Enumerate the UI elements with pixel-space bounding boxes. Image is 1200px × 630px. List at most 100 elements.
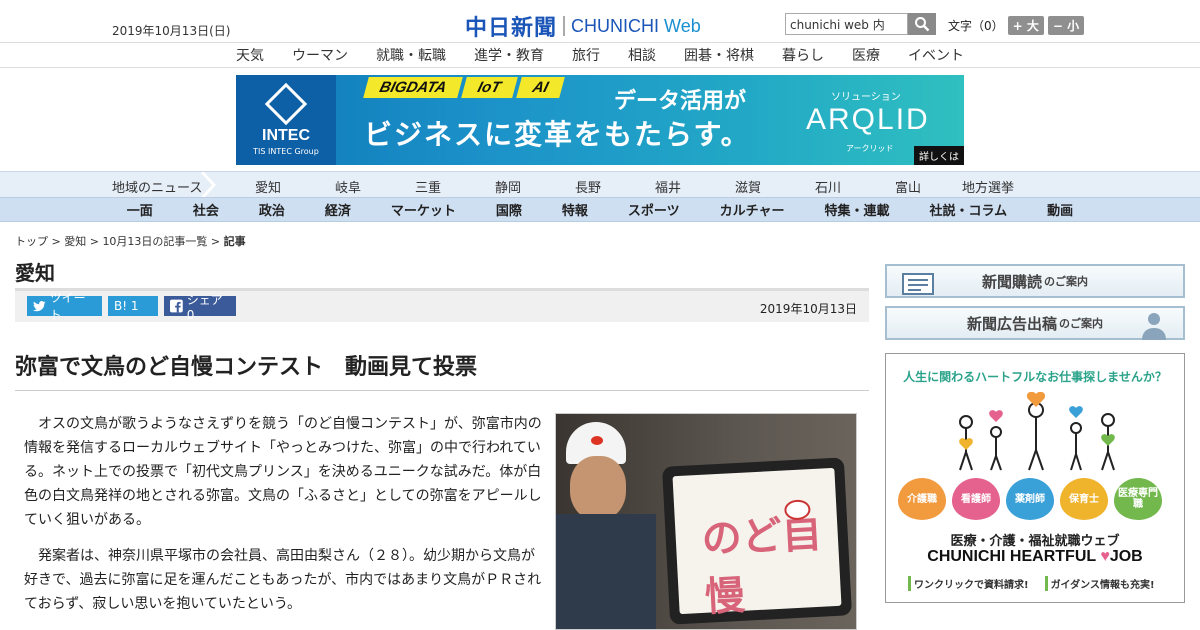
banner-product: ARQLID (806, 103, 930, 136)
main-nav-link[interactable]: 一面 (107, 200, 173, 219)
category-link[interactable]: 囲碁・将棋 (670, 45, 768, 65)
region-nav: 地域のニュース 愛知 岐阜 三重 静岡 長野 福井 滋賀 石川 富山 地方選挙 (0, 171, 1200, 198)
photo-person-body (556, 514, 656, 629)
ad-note: ガイダンス情報も充実! (1044, 576, 1155, 591)
main-nav-link[interactable]: 国際 (476, 200, 542, 219)
sidebar-ad[interactable]: 人生に関わるハートフルなお仕事探しませんか？ 介護職 看護師 薬剤師 保育士 医… (885, 353, 1185, 603)
banner-solution-label: ソリューション (831, 92, 901, 103)
main-nav-link[interactable]: 特集・連載 (805, 200, 910, 219)
heart-icon: ♥ (1100, 548, 1110, 565)
breadcrumb-link[interactable]: トップ (15, 235, 48, 248)
main-nav: 一面 社会 政治 経済 マーケット 国際 特報 スポーツ カルチャー 特集・連載… (0, 197, 1200, 222)
subscribe-button[interactable]: 新聞購読 のご案内 (885, 264, 1185, 298)
banner-more-button[interactable]: 詳しくは (914, 146, 964, 165)
subscribe-label: 新聞購読 (981, 272, 1042, 291)
breadcrumb-separator: > (207, 235, 224, 248)
banner-brand-sub: TIS INTEC Group (253, 147, 319, 156)
main-nav-link[interactable]: 社説・コラム (910, 200, 1028, 219)
region-link[interactable]: 福井 (628, 177, 708, 196)
site-logo[interactable]: 中日新聞 CHUNICHI Web (465, 10, 701, 42)
search-button[interactable] (908, 13, 936, 35)
region-link[interactable]: 石川 (788, 177, 868, 196)
main-nav-link[interactable]: 動画 (1027, 200, 1093, 219)
region-link[interactable]: 滋賀 (708, 177, 788, 196)
banner-brand-block: INTEC TIS INTEC Group (236, 75, 336, 165)
banner-tag: IoT (461, 77, 518, 98)
font-larger-button[interactable]: + 大 (1007, 16, 1044, 35)
facebook-label: シェア 0 (186, 292, 223, 322)
logo-japanese: 中日新聞 (465, 16, 558, 41)
category-link[interactable]: 医療 (838, 45, 894, 65)
intec-logo-icon (264, 82, 308, 126)
category-link[interactable]: 暮らし (768, 45, 838, 65)
font-smaller-button[interactable]: − 小 (1047, 16, 1085, 35)
region-link[interactable]: 静岡 (468, 177, 548, 196)
search-input[interactable] (785, 13, 908, 35)
ad-roles: 介護職 看護師 薬剤師 保育士 医療専門職 (898, 478, 1162, 520)
logo-english: CHUNICHI Web (571, 15, 701, 36)
category-link[interactable]: イベント (894, 45, 978, 65)
banner-product-ja: アークリッド (846, 144, 894, 153)
region-link[interactable]: 長野 (548, 177, 628, 196)
subscribe-sub: のご案内 (1044, 275, 1088, 288)
chevron-right-icon (200, 172, 217, 198)
banner-tag: BIGDATA (363, 77, 463, 98)
region-link[interactable]: 三重 (388, 177, 468, 196)
facebook-icon (170, 299, 183, 313)
category-link[interactable]: 進学・教育 (460, 45, 558, 65)
article-body: オスの文鳥が歌うようなさえずりを競う「のど自慢コンテスト」が、弥富市内の情報を発… (24, 412, 544, 628)
banner-ad[interactable]: INTEC TIS INTEC Group BIGDATA IoT AI データ… (236, 75, 964, 165)
role-badge: 医療専門職 (1114, 478, 1162, 520)
font-size-control: 文字（0） + 大 − 小 (948, 16, 1085, 35)
banner-tag: AI (515, 77, 565, 98)
main-nav-link[interactable]: 経済 (305, 200, 371, 219)
article-paragraph: 発案者は、神奈川県平塚市の会社員、高田由梨さん（２８）。幼少期から文鳥が好きで、… (24, 548, 542, 612)
newspaper-icon (902, 273, 934, 295)
breadcrumb-separator: > (86, 235, 103, 248)
role-badge: 介護職 (898, 478, 946, 520)
region-link[interactable]: 地方選挙 (948, 177, 1028, 196)
breadcrumb-link[interactable]: 愛知 (64, 235, 86, 248)
ad-brand: CHUNICHI HEARTFUL ♥JOB (927, 548, 1143, 565)
headline-divider (15, 390, 869, 391)
category-link[interactable]: 相談 (614, 45, 670, 65)
category-link[interactable]: ウーマン (278, 45, 362, 65)
hatena-bookmark-button[interactable]: B! 1 (108, 296, 158, 316)
ad-notes: ワンクリックで資料請求! ガイダンス情報も充実! (908, 576, 1155, 591)
publish-date: 2019年10月13日 (759, 302, 857, 316)
search-box (785, 13, 936, 35)
tweet-button[interactable]: ツイート (27, 291, 102, 322)
facebook-share-button[interactable]: シェア 0 (164, 293, 236, 322)
banner-line2: ビジネスに変革をもたらす。 (364, 118, 751, 151)
category-link[interactable]: 旅行 (558, 45, 614, 65)
region-link[interactable]: 富山 (868, 177, 948, 196)
ad-headline: 人生に関わるハートフルなお仕事探しませんか？ (903, 370, 1167, 384)
category-link[interactable]: 就職・転職 (362, 45, 460, 65)
ad-title: 医療・介護・福祉就職ウェブ (950, 534, 1120, 549)
role-badge: 保育士 (1060, 478, 1108, 520)
banner-line1: データ活用が (614, 89, 747, 114)
region-link[interactable]: 岐阜 (308, 177, 388, 196)
top-header: 2019年10月13日(日) 中日新聞 CHUNICHI Web 文字（0） +… (0, 0, 1200, 42)
font-size-label: 文字（0） (948, 19, 1004, 33)
article-photo[interactable]: のど自慢 (555, 413, 857, 630)
section-title: 愛知 (15, 261, 55, 285)
twitter-icon (33, 300, 46, 311)
logo-divider (563, 16, 566, 36)
role-badge: 薬剤師 (1006, 478, 1054, 520)
advertise-button[interactable]: 新聞広告出稿 のご案内 (885, 306, 1185, 340)
main-nav-link[interactable]: マーケット (371, 200, 476, 219)
role-badge: 看護師 (952, 478, 1000, 520)
main-nav-link[interactable]: 社会 (173, 200, 239, 219)
main-nav-link[interactable]: スポーツ (608, 200, 700, 219)
main-nav-link[interactable]: カルチャー (700, 200, 805, 219)
advertise-label: 新聞広告出稿 (966, 314, 1057, 333)
breadcrumb-link[interactable]: 10月13日の記事一覧 (102, 235, 207, 248)
tweet-label: ツイート (49, 291, 86, 322)
main-nav-link[interactable]: 特報 (542, 200, 608, 219)
main-nav-link[interactable]: 政治 (239, 200, 305, 219)
category-link[interactable]: 天気 (222, 45, 278, 65)
photo-person (570, 456, 626, 520)
share-bar: ツイート B! 1 シェア 0 2019年10月13日 (15, 288, 869, 322)
region-link[interactable]: 愛知 (228, 177, 308, 196)
